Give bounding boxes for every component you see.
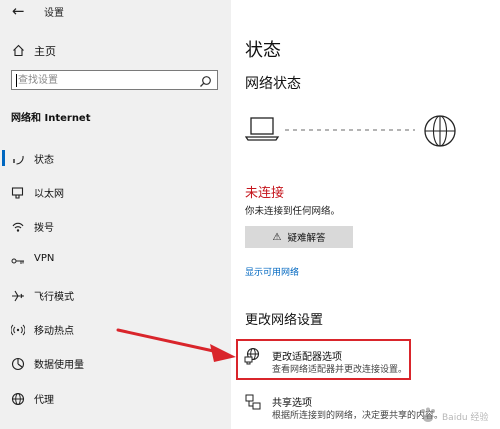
search-box[interactable] (11, 70, 218, 90)
network-status-heading: 网络状态 (245, 76, 301, 92)
back-arrow-icon[interactable]: ← (12, 2, 25, 20)
troubleshoot-label: 疑难解答 (287, 233, 326, 244)
dialup-icon (11, 219, 25, 233)
sidebar-item-status[interactable]: 状态 (0, 146, 231, 172)
sidebar-item-ethernet[interactable]: 以太网 (0, 180, 231, 206)
sidebar-item-vpn[interactable]: VPN (0, 248, 231, 274)
app-title: 设置 (44, 8, 64, 19)
selection-indicator (2, 150, 5, 166)
sidebar-item-dialup[interactable]: 拨号 (0, 214, 231, 240)
sidebar-item-hotspot[interactable]: 移动热点 (0, 317, 231, 343)
sidebar-item-label: 数据使用量 (34, 360, 84, 371)
sidebar: ← 设置 主页 网络和 Internet 状态 以太网 拨号 (0, 0, 231, 429)
troubleshoot-button[interactable]: ⚠ 疑难解答 (245, 226, 353, 248)
warning-icon: ⚠ (272, 231, 282, 243)
sidebar-item-label: 拨号 (34, 223, 54, 234)
sidebar-item-label: 以太网 (34, 189, 64, 200)
status-icon (11, 151, 25, 165)
data-usage-icon (11, 356, 25, 371)
sidebar-item-label: 飞行模式 (34, 292, 74, 303)
home-link[interactable]: 主页 (34, 43, 56, 59)
connection-description: 你未连接到任何网络。 (245, 206, 341, 217)
baidu-watermark: Baidu 经验 (418, 407, 496, 423)
text-cursor (16, 74, 17, 87)
sidebar-item-data-usage[interactable]: 数据使用量 (0, 351, 231, 377)
sharing-options[interactable]: 共享选项 根据所连接到的网络，决定要共享的内容。 (241, 392, 443, 424)
laptop-icon (244, 117, 280, 141)
connection-status: 未连接 (245, 186, 285, 201)
internet-globe-icon (424, 115, 456, 147)
vpn-icon (11, 253, 25, 267)
search-input[interactable] (18, 73, 188, 87)
sidebar-item-label: 代理 (34, 395, 54, 406)
sidebar-item-label: VPN (34, 253, 55, 264)
ethernet-icon (11, 185, 25, 199)
sidebar-item-label: 状态 (34, 155, 54, 166)
sidebar-item-airplane[interactable]: 飞行模式 (0, 283, 231, 309)
airplane-icon (11, 288, 25, 302)
change-network-settings-heading: 更改网络设置 (245, 313, 324, 328)
watermark-text: Baidu 经验 (442, 413, 489, 423)
globe-icon (11, 391, 25, 406)
option-title: 共享选项 (272, 398, 312, 409)
sidebar-item-label: 移动热点 (34, 326, 74, 337)
search-icon[interactable] (199, 73, 212, 92)
sharing-icon (244, 394, 262, 416)
sidebar-item-proxy[interactable]: 代理 (0, 386, 231, 412)
network-diagram (244, 112, 475, 156)
page-title: 状态 (245, 40, 281, 61)
home-icon[interactable] (12, 42, 25, 61)
paw-icon (421, 407, 435, 422)
annotation-highlight-box (236, 339, 411, 380)
section-header: 网络和 Internet (11, 113, 91, 124)
show-available-networks-link[interactable]: 显示可用网络 (245, 265, 299, 278)
hotspot-icon (10, 322, 26, 336)
